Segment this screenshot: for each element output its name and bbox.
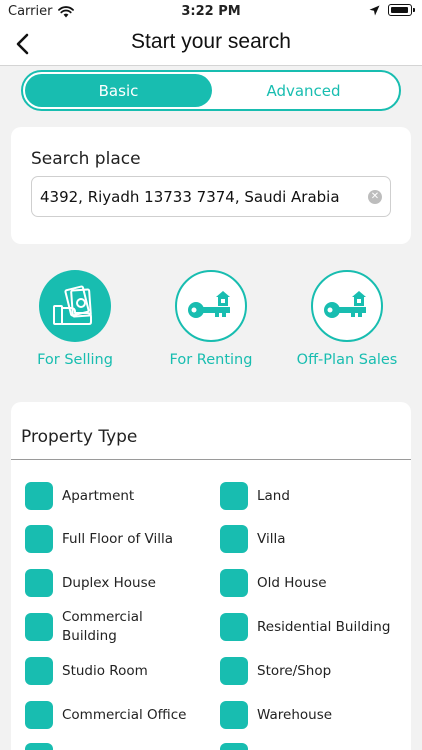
page-title: Start your search xyxy=(131,30,291,53)
option-for-selling-label: For Selling xyxy=(37,352,113,368)
option-off-plan-sales[interactable]: Off-Plan Sales xyxy=(282,270,412,368)
search-mode-toggle: Basic Advanced xyxy=(21,70,401,111)
option-for-selling-circle xyxy=(39,270,111,342)
property-type-label: Store/Shop xyxy=(257,662,332,679)
property-type-label: Land xyxy=(257,487,290,504)
option-for-renting[interactable]: For Renting xyxy=(146,270,276,368)
checkbox[interactable] xyxy=(220,525,248,553)
property-type-title: Property Type xyxy=(21,427,138,447)
property-type-label: Commercial Building xyxy=(62,609,143,644)
money-hand-icon xyxy=(53,285,92,325)
property-type-next-row-left[interactable] xyxy=(25,742,53,750)
checkbox[interactable] xyxy=(220,482,248,510)
property-type-label: Warehouse xyxy=(257,706,333,723)
clear-icon[interactable]: ✕ xyxy=(368,190,382,204)
property-type-commercial-building[interactable]: Commercial Building xyxy=(25,609,172,644)
property-type-commercial-office[interactable]: Commercial Office xyxy=(25,700,186,730)
checkbox[interactable] xyxy=(220,569,248,597)
search-place-value: 4392, Riyadh 13733 7374, Saudi Arabia xyxy=(40,187,340,206)
property-type-residential-building[interactable]: Residential Building xyxy=(220,612,390,642)
checkbox[interactable] xyxy=(220,743,248,750)
checkbox[interactable] xyxy=(25,743,53,750)
location-arrow-icon xyxy=(369,5,380,15)
property-type-apartment[interactable]: Apartment xyxy=(25,481,134,511)
tab-basic[interactable]: Basic xyxy=(25,74,212,107)
search-place-input[interactable]: 4392, Riyadh 13733 7374, Saudi Arabia ✕ xyxy=(31,176,391,217)
checkbox[interactable] xyxy=(25,613,53,641)
option-off-plan-sales-label: Off-Plan Sales xyxy=(296,352,398,368)
search-place-label: Search place xyxy=(31,149,141,169)
option-for-renting-label: For Renting xyxy=(169,352,253,368)
property-type-label: Commercial Office xyxy=(62,706,187,723)
property-type-label: Villa xyxy=(257,530,286,547)
property-type-villa[interactable]: Villa xyxy=(220,524,285,554)
status-bar: Carrier 3:22 PM xyxy=(0,0,422,24)
navigation-bar: Start your search xyxy=(0,24,422,66)
checkbox[interactable] xyxy=(25,525,53,553)
search-place-card: Search place 4392, Riyadh 13733 7374, Sa… xyxy=(11,127,411,244)
property-type-label: Studio Room xyxy=(62,662,148,679)
checkbox[interactable] xyxy=(220,657,248,685)
property-type-old-house[interactable]: Old House xyxy=(220,568,327,598)
property-type-label: Duplex House xyxy=(62,574,156,591)
property-type-studio-room[interactable]: Studio Room xyxy=(25,656,148,686)
key-house-icon xyxy=(188,291,230,318)
purpose-options: For Selling For Renting Off-Plan Sales xyxy=(0,270,422,380)
property-type-label: Apartment xyxy=(62,487,135,504)
property-type-land[interactable]: Land xyxy=(220,481,290,511)
property-type-warehouse[interactable]: Warehouse xyxy=(220,700,332,730)
checkbox[interactable] xyxy=(25,569,53,597)
property-type-card: Property Type Apartment Land Full Floor … xyxy=(11,402,411,750)
checkbox[interactable] xyxy=(220,701,248,729)
option-for-selling[interactable]: For Selling xyxy=(10,270,140,368)
property-type-label: Old House xyxy=(257,574,327,591)
divider xyxy=(11,459,411,460)
property-type-label: Residential Building xyxy=(257,618,391,635)
key-house-icon xyxy=(324,291,366,318)
checkbox[interactable] xyxy=(25,482,53,510)
battery-icon xyxy=(388,4,415,16)
property-type-duplex-house[interactable]: Duplex House xyxy=(25,568,156,598)
status-time: 3:22 PM xyxy=(181,4,241,19)
option-for-renting-circle xyxy=(175,270,247,342)
option-off-plan-sales-circle xyxy=(311,270,383,342)
tab-advanced[interactable]: Advanced xyxy=(210,74,397,107)
property-type-full-floor-of-villa[interactable]: Full Floor of Villa xyxy=(25,524,173,554)
property-type-next-row-right[interactable] xyxy=(220,742,248,750)
checkbox[interactable] xyxy=(25,701,53,729)
checkbox[interactable] xyxy=(220,613,248,641)
checkbox[interactable] xyxy=(25,657,53,685)
property-type-label: Full Floor of Villa xyxy=(62,530,174,547)
property-type-store-shop[interactable]: Store/Shop xyxy=(220,656,331,686)
